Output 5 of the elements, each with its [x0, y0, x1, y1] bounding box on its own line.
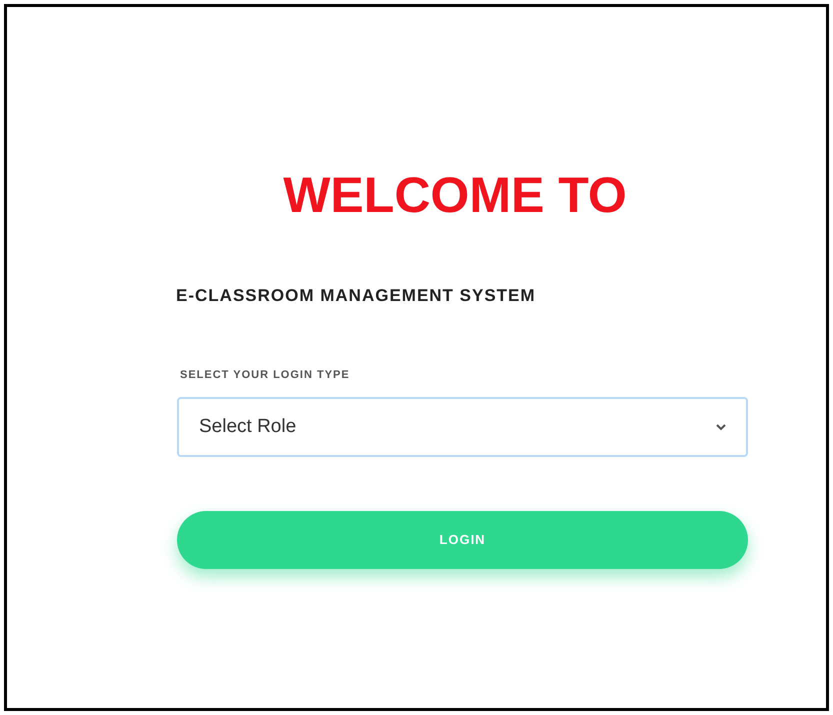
chevron-down-icon: [716, 424, 726, 430]
role-select[interactable]: Select Role: [177, 397, 748, 457]
welcome-heading: WELCOME TO: [283, 166, 627, 225]
login-type-label: SELECT YOUR LOGIN TYPE: [180, 368, 351, 382]
system-title: E-CLASSROOM MANAGEMENT SYSTEM: [176, 285, 537, 307]
